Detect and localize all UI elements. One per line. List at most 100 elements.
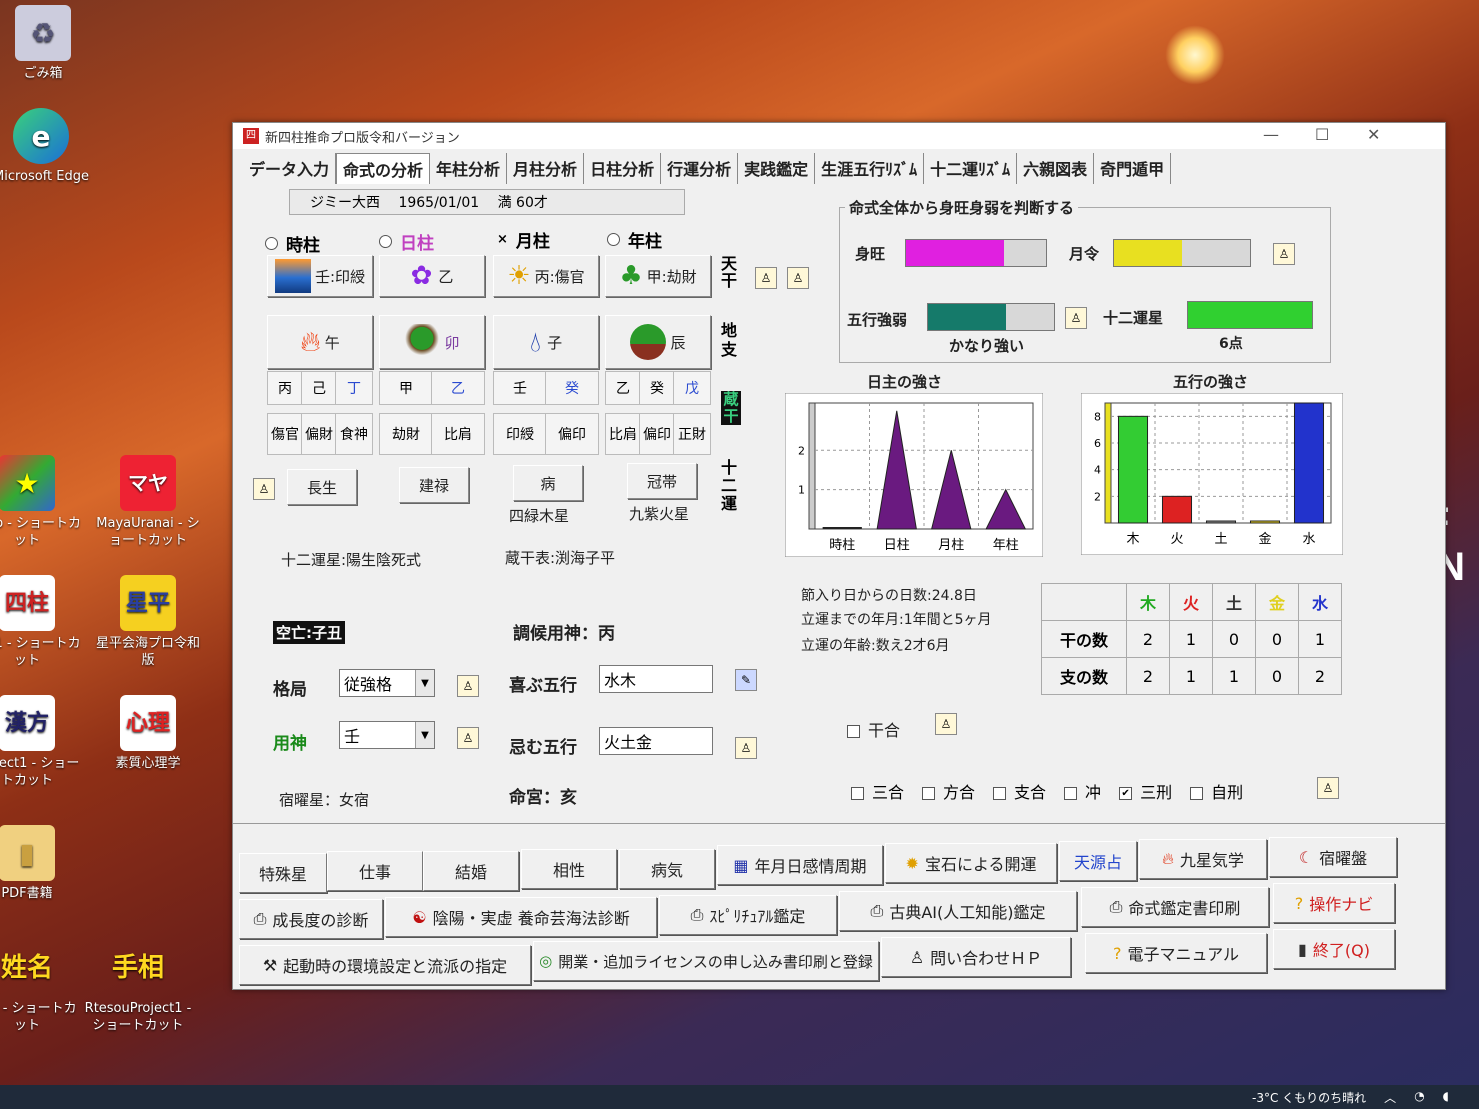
tsuhen-cell[interactable]: 傷官 <box>267 413 303 455</box>
chevron-down-icon[interactable]: ▼ <box>415 722 434 748</box>
checkbox-hougou[interactable]: 方合 <box>922 779 975 803</box>
checkbox[interactable] <box>851 787 864 800</box>
juniun-button-nicchu[interactable]: 建禄 <box>399 467 469 503</box>
pillar-header-nicchu[interactable]: 日柱 <box>379 229 434 254</box>
tsuhen-cell[interactable]: 正財 <box>673 413 711 455</box>
zokan-cell[interactable]: 乙 <box>431 371 485 405</box>
desktop-icon-scop[interactable]: ★ scop - ショートカット <box>0 455 82 549</box>
tenkan-button-nenchu[interactable]: ♣ 甲:劫財 <box>605 255 711 297</box>
zokan-cell[interactable]: 己 <box>301 371 337 405</box>
network-icon[interactable]: ◔ <box>1414 1089 1424 1106</box>
advice-icon[interactable]: ♙ <box>755 267 777 289</box>
btn-kanteisho[interactable]: ⎙ 命式鑑定書印刷 <box>1081 887 1269 927</box>
zokan-cell[interactable]: 乙 <box>605 371 641 405</box>
tenkan-button-jichu[interactable]: 壬:印綬 <box>267 255 373 297</box>
advice-icon[interactable]: ♙ <box>1065 307 1087 329</box>
chevron-down-icon[interactable]: ▼ <box>415 670 434 696</box>
desktop-icon-seimei[interactable]: 姓名 ten - ショートカット <box>0 940 82 1034</box>
checkbox-sankei[interactable]: ✔ 三刑 <box>1119 779 1172 803</box>
btn-shukuyou[interactable]: ☾ 宿曜盤 <box>1269 837 1397 877</box>
chishi-button-nenchu[interactable]: 辰 <box>605 315 711 369</box>
zokan-cell[interactable]: 戊 <box>673 371 711 405</box>
close-icon[interactable]: ✕ <box>1367 125 1380 144</box>
btn-aishou[interactable]: 相性 <box>521 849 617 889</box>
tab-kouun[interactable]: 行運分析 <box>661 153 739 184</box>
btn-manual[interactable]: ? 電子マニュアル <box>1085 933 1267 973</box>
advice-icon[interactable]: ♙ <box>457 727 479 749</box>
youjin-select[interactable]: 壬 ▼ <box>339 721 435 749</box>
checkbox-chuu[interactable]: 冲 <box>1064 779 1101 803</box>
tab-juniun[interactable]: 十二運ﾘｽﾞﾑ <box>924 153 1018 184</box>
radio-button[interactable] <box>379 235 392 248</box>
desktop-icon-recycle-bin[interactable]: ♻ ごみ箱 <box>0 5 98 82</box>
desktop-icon-pdf[interactable]: ▮ PDF書籍 <box>0 825 82 902</box>
btn-tengen[interactable]: 天源占 <box>1059 841 1137 881</box>
btn-seichoudo[interactable]: ⎙ 成長度の診断 <box>239 899 383 939</box>
pillar-header-jichu[interactable]: 時柱 <box>265 231 320 256</box>
tsuhen-cell[interactable]: 劫財 <box>379 413 433 455</box>
advice-icon[interactable]: ♙ <box>1317 777 1339 799</box>
checkbox-jikei[interactable]: 自刑 <box>1190 779 1243 803</box>
tsuhen-cell[interactable]: 比肩 <box>605 413 641 455</box>
btn-spiritual[interactable]: ⎙ ｽﾋﾟﾘﾁｭｱﾙ鑑定 <box>659 895 837 935</box>
weather-widget[interactable]: -3°C くもりのち晴れ <box>1252 1089 1366 1106</box>
checkbox[interactable] <box>1064 787 1078 800</box>
tenkan-button-getchu[interactable]: ☀ 丙:傷官 <box>493 255 599 297</box>
chevron-up-icon[interactable]: ︿ <box>1384 1089 1396 1106</box>
btn-kekkon[interactable]: 結婚 <box>423 851 519 891</box>
chishi-button-jichu[interactable]: 🔥︎ 午 <box>267 315 373 369</box>
btn-license[interactable]: ◎ 開業・追加ライセンスの申し込み書印刷と登録 <box>533 941 879 981</box>
yorokobu-field[interactable]: 水木 <box>599 665 713 693</box>
btn-houseki[interactable]: ✹ 宝石による開運 <box>885 843 1057 883</box>
radio-button[interactable] <box>265 237 278 250</box>
tab-shougai[interactable]: 生涯五行ﾘｽﾞﾑ <box>815 153 925 184</box>
tsuhen-cell[interactable]: 食神 <box>335 413 373 455</box>
tsuhen-cell[interactable]: 偏印 <box>639 413 675 455</box>
tab-meishiki[interactable]: 命式の分析 <box>336 153 431 184</box>
tsuhen-cell[interactable]: 偏印 <box>545 413 599 455</box>
juniun-button-jichu[interactable]: 長生 <box>287 469 357 505</box>
btn-kyusei[interactable]: 🔥︎ 九星気学 <box>1139 839 1267 879</box>
checkbox-shigou[interactable]: 支合 <box>993 779 1046 803</box>
tab-nenchu[interactable]: 年柱分析 <box>430 153 508 184</box>
btn-tokushusei[interactable]: 特殊星 <box>239 853 327 893</box>
desktop-icon-project1[interactable]: 漢方 Project1 - ショートカット <box>0 695 82 789</box>
btn-shigoto[interactable]: 仕事 <box>327 851 423 891</box>
tsuhen-cell[interactable]: 印綬 <box>493 413 547 455</box>
volume-icon[interactable]: ◖ <box>1443 1089 1449 1106</box>
checkbox[interactable] <box>922 787 936 800</box>
tab-getchu[interactable]: 月柱分析 <box>507 153 585 184</box>
tsuhen-cell[interactable]: 偏財 <box>301 413 337 455</box>
btn-koten-ai[interactable]: ⎙ 古典AI(人工知能)鑑定 <box>839 891 1077 931</box>
desktop-icon-tesou[interactable]: 手相 RtesouProject1 - ショートカット <box>83 940 193 1034</box>
checkbox[interactable] <box>847 725 860 738</box>
advice-icon[interactable]: ♙ <box>735 737 757 759</box>
minimize-icon[interactable]: — <box>1263 125 1279 144</box>
zokan-cell[interactable]: 丙 <box>267 371 303 405</box>
chishi-button-getchu[interactable]: 💧︎ 子 <box>493 315 599 369</box>
checkbox[interactable] <box>1190 787 1204 800</box>
kakkyoku-select[interactable]: 従強格 ▼ <box>339 669 435 697</box>
tab-jissen[interactable]: 実践鑑定 <box>738 153 816 184</box>
radio-button[interactable] <box>607 233 620 246</box>
desktop-icon-seihei[interactable]: 星平 星平会海プロ令和版 <box>93 575 203 669</box>
tab-rokushin[interactable]: 六親図表 <box>1017 153 1095 184</box>
btn-kankyou[interactable]: ⚒ 起動時の環境設定と流派の指定 <box>239 945 531 985</box>
edit-icon[interactable]: ✎ <box>735 669 757 691</box>
tab-nicchu[interactable]: 日柱分析 <box>584 153 662 184</box>
tenkan-button-nicchu[interactable]: ✿ 乙 <box>379 255 485 297</box>
advice-icon[interactable]: ♙ <box>787 267 809 289</box>
zokan-cell[interactable]: 甲 <box>379 371 433 405</box>
juniun-button-getchu[interactable]: 病 <box>513 465 583 501</box>
pillar-header-getchu[interactable]: × 月柱 <box>497 227 550 252</box>
juniun-button-nenchu[interactable]: 冠帯 <box>627 463 697 499</box>
zokan-cell[interactable]: 癸 <box>545 371 599 405</box>
tab-kimon[interactable]: 奇門遁甲 <box>1094 153 1172 184</box>
btn-toiawase[interactable]: ♙ 問い合わせＨＰ <box>881 937 1071 977</box>
btn-inyou[interactable]: ☯ 陰陽・実虚 養命芸海法診断 <box>385 897 657 937</box>
zokan-cell[interactable]: 壬 <box>493 371 547 405</box>
btn-sousa-navi[interactable]: ? 操作ナビ <box>1273 883 1395 923</box>
desktop-icon-edge[interactable]: e Microsoft Edge <box>0 108 96 185</box>
chishi-button-nicchu[interactable]: 卯 <box>379 315 485 369</box>
advice-icon[interactable]: ♙ <box>1273 243 1295 265</box>
